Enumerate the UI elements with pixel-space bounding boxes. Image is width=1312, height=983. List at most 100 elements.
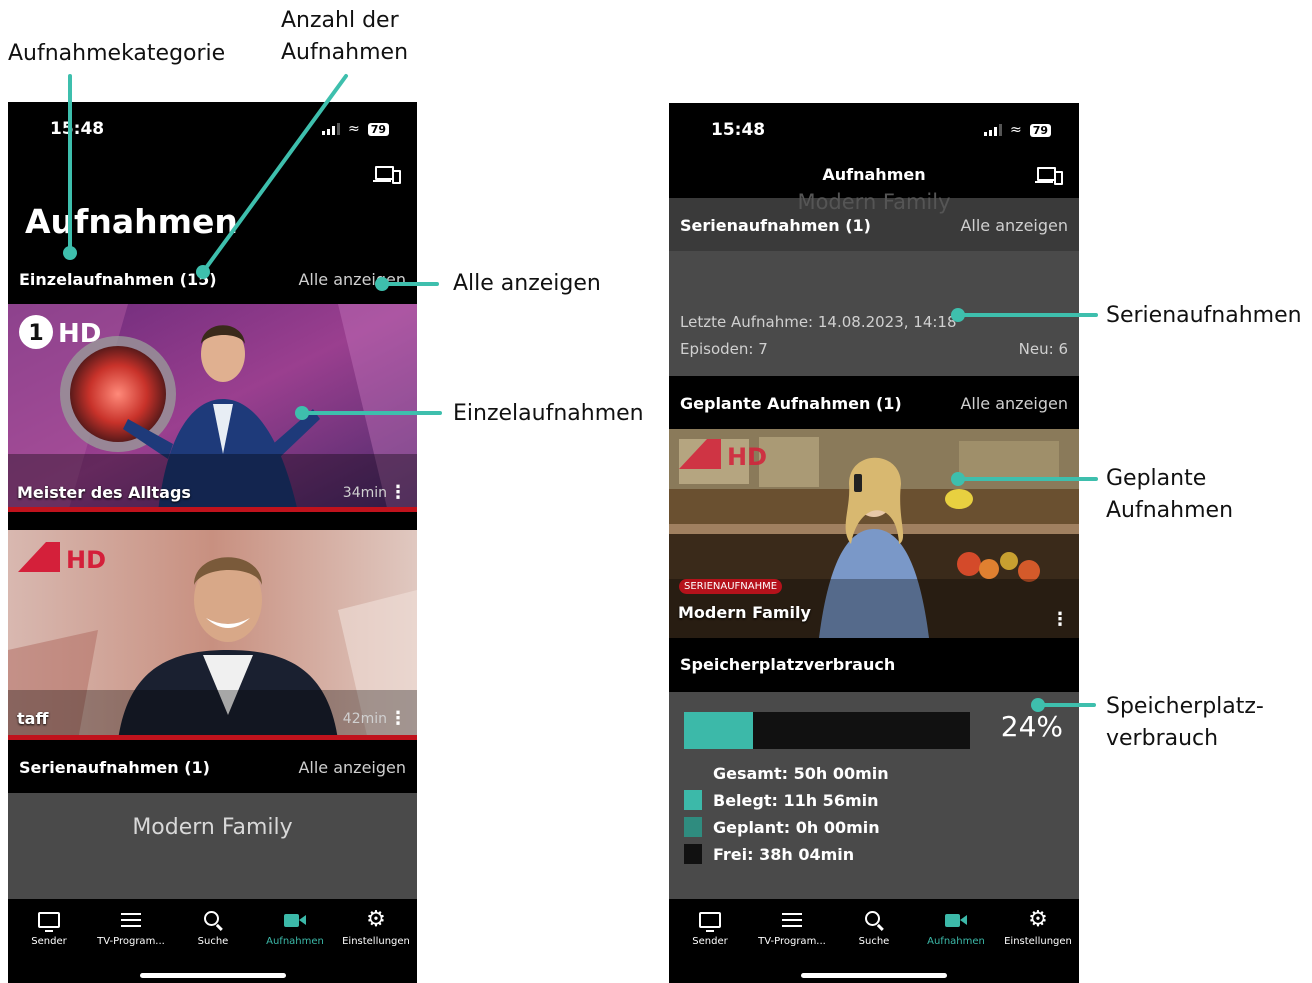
gear-icon: ⚙ (1028, 907, 1048, 932)
search-icon (203, 910, 219, 926)
section-title-single: Einzelaufnahmen (15) (19, 269, 217, 289)
svg-text:1: 1 (28, 321, 43, 346)
camera-icon (284, 913, 306, 927)
annotation-count-line2: Aufnahmen (281, 40, 409, 65)
annotation-show-all: Alle anzeigen (453, 271, 601, 296)
search-icon (864, 910, 880, 926)
phone-screen-scrolled: 15:48 ≈ 79 Aufnahmen Modern Family Serie… (669, 103, 1079, 983)
annotation-count-line1: Anzahl der (281, 8, 399, 33)
annotation-planned-line2: Aufnahmen (1106, 498, 1234, 523)
series-episodes: Episoden: 7 (680, 340, 768, 358)
nav-tv-program[interactable]: TV-Program... (90, 907, 172, 947)
more-options-icon[interactable]: ⋮ (1051, 611, 1069, 629)
series-card[interactable]: Modern Family (8, 793, 417, 899)
bottom-navigation: Sender TV-Program... Suche Aufnahmen ⚙ E… (8, 899, 417, 983)
nav-tv-program[interactable]: TV-Program... (751, 907, 833, 947)
legend-swatch-free (684, 844, 702, 864)
annotation-category: Aufnahmekategorie (8, 41, 226, 66)
recording-title-1: Meister des Alltags (17, 483, 191, 502)
section-title-series: Serienaufnahmen (1) (19, 757, 210, 777)
storage-free-row: Frei: 38h 04min (684, 844, 854, 864)
show-all-series-link[interactable]: Alle anzeigen (960, 216, 1068, 235)
show-all-planned-link[interactable]: Alle anzeigen (960, 394, 1068, 413)
status-time: 15:48 (711, 120, 766, 140)
series-new-count: Neu: 6 (1018, 340, 1068, 358)
series-recording-badge: SERIENAUFNAHME (679, 579, 783, 594)
more-options-icon[interactable]: ⋮ (389, 710, 407, 728)
annotation-storage-line2: verbrauch (1106, 726, 1219, 751)
legend-swatch-planned (684, 817, 702, 837)
recording-title-2: taff (17, 709, 49, 728)
svg-text:HD: HD (58, 319, 101, 349)
recording-progress-2 (8, 735, 417, 740)
nav-label: TV-Program... (97, 936, 165, 947)
storage-section-title: Speicherplatzverbrauch (680, 655, 896, 674)
battery-icon: 79 (367, 122, 389, 136)
svg-text:HD: HD (727, 443, 767, 471)
recording-card-2[interactable]: HD taff 42min ⋮ (8, 530, 417, 740)
nav-label: Suche (858, 936, 890, 947)
list-icon (121, 913, 141, 927)
series-card-title: Modern Family (132, 815, 293, 840)
recording-duration-1: 34min (342, 485, 387, 501)
page-title: Aufnahmen (25, 202, 238, 241)
legend-swatch-used (684, 790, 702, 810)
show-all-single-link[interactable]: Alle anzeigen (298, 270, 406, 289)
gear-icon: ⚙ (366, 907, 386, 932)
wifi-icon: ≈ (1009, 122, 1022, 138)
more-options-icon[interactable]: ⋮ (389, 484, 407, 502)
battery-icon: 79 (1029, 123, 1051, 137)
cast-device-icon[interactable] (1035, 167, 1063, 185)
storage-percent: 24% (1000, 710, 1063, 743)
storage-planned-label: Geplant: 0h 00min (713, 817, 880, 837)
series-last-recording: Letzte Aufnahme: 14.08.2023, 14:18 (680, 313, 957, 331)
nav-sender[interactable]: Sender (8, 907, 90, 947)
nav-search[interactable]: Suche (172, 907, 254, 947)
nav-sender[interactable]: Sender (669, 907, 751, 947)
storage-used-label: Belegt: 11h 56min (713, 790, 879, 810)
status-time: 15:48 (50, 119, 105, 139)
nav-settings[interactable]: ⚙ Einstellungen (335, 907, 417, 948)
section-header-planned: Geplante Aufnahmen (1) Alle anzeigen (669, 386, 1079, 420)
nav-label: Sender (692, 936, 728, 947)
planned-recording-card[interactable]: HD SERIENAUFNAHME Modern Family ⋮ (669, 429, 1079, 638)
header-title: Aufnahmen (822, 165, 926, 184)
section-title-planned: Geplante Aufnahmen (1) (680, 393, 902, 413)
nav-recordings[interactable]: Aufnahmen (254, 907, 336, 947)
recording-duration-2: 42min (342, 711, 387, 727)
section-header-single: Einzelaufnahmen (15) Alle anzeigen (8, 262, 417, 296)
channel-logo-das-erste-hd: 1 HD (19, 315, 101, 349)
section-header-series: Serienaufnahmen (1) Alle anzeigen (669, 208, 1079, 242)
svg-text:HD: HD (66, 546, 106, 574)
cast-device-icon[interactable] (373, 166, 401, 184)
status-icons: ≈ 79 (321, 121, 389, 137)
nav-label: Einstellungen (342, 936, 410, 947)
list-icon (782, 913, 802, 927)
annotation-planned-line1: Geplante (1106, 466, 1207, 491)
phone-screen-overview: 15:48 ≈ 79 Aufnahmen Einzelaufnahmen (15… (8, 102, 417, 983)
signal-icon (983, 124, 1002, 136)
home-indicator (139, 973, 286, 978)
series-detail-card[interactable]: Letzte Aufnahme: 14.08.2023, 14:18 Episo… (669, 251, 1079, 376)
recording-card-1[interactable]: 1 HD Meister des Alltags 34min ⋮ (8, 304, 417, 512)
nav-recordings[interactable]: Aufnahmen (915, 907, 997, 947)
home-indicator (801, 973, 947, 978)
signal-icon (321, 123, 340, 135)
storage-planned-row: Geplant: 0h 00min (684, 817, 880, 837)
camera-icon (945, 913, 967, 927)
tv-icon (699, 912, 721, 932)
channel-logo-pro7-hd: HD (679, 439, 767, 471)
storage-total: Gesamt: 50h 00min (713, 764, 889, 783)
storage-used-fill (684, 712, 753, 749)
nav-settings[interactable]: ⚙ Einstellungen (997, 907, 1079, 948)
annotation-storage-line1: Speicherplatz- (1106, 694, 1264, 719)
tv-icon (38, 912, 60, 932)
show-all-series-link[interactable]: Alle anzeigen (298, 758, 406, 777)
storage-total-label: Gesamt: 50h 00min (713, 764, 889, 783)
nav-label: Sender (31, 936, 67, 947)
nav-label: Suche (197, 936, 229, 947)
section-title-series: Serienaufnahmen (1) (680, 215, 871, 235)
nav-label: Aufnahmen (927, 936, 985, 947)
storage-used-row: Belegt: 11h 56min (684, 790, 879, 810)
nav-search[interactable]: Suche (833, 907, 915, 947)
